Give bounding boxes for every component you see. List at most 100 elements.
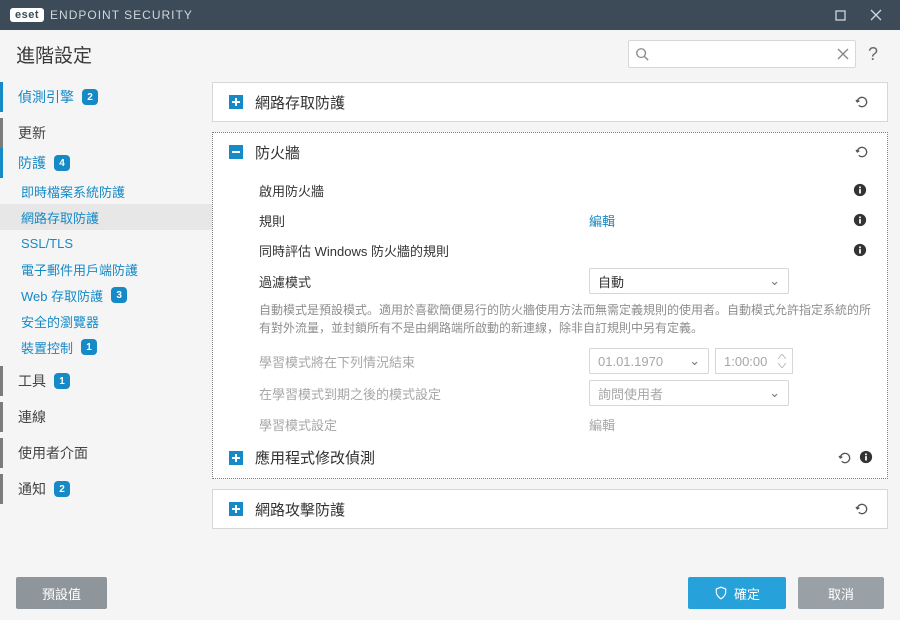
sidebar-item-badge: 1: [81, 339, 97, 355]
info-button[interactable]: [853, 183, 873, 197]
page-header: 進階設定 ?: [0, 30, 900, 78]
window-close-button[interactable]: [858, 0, 894, 30]
window-maximize-button[interactable]: [822, 0, 858, 30]
info-button[interactable]: [859, 450, 873, 466]
label: 在學習模式到期之後的模式設定: [259, 384, 589, 403]
undo-icon: [854, 94, 870, 110]
info-button[interactable]: [853, 213, 873, 227]
sidebar-item-label: 偵測引擎: [18, 87, 74, 107]
sidebar-item[interactable]: 即時檔案系統防護: [0, 178, 212, 204]
brand-badge: eset: [10, 8, 44, 22]
reset-button[interactable]: [851, 91, 873, 113]
sidebar-item-label: 通知: [18, 479, 46, 499]
search-input[interactable]: [649, 46, 837, 63]
time-value: 1:00:00: [724, 354, 767, 369]
info-icon: [853, 183, 867, 197]
collapse-icon: [227, 143, 245, 161]
label: 啟用防火牆: [259, 181, 589, 200]
info-icon: [853, 243, 867, 257]
sidebar-item[interactable]: 電子郵件用戶端防護: [0, 256, 212, 282]
undo-icon: [854, 144, 870, 160]
brand-name: ENDPOINT SECURITY: [50, 8, 193, 22]
panel-header[interactable]: 網路攻擊防護: [213, 490, 887, 528]
label: 學習模式設定: [259, 415, 589, 434]
select-value: 自動: [598, 272, 624, 291]
sidebar-item-label: 即時檔案系統防護: [21, 182, 125, 201]
ok-button[interactable]: 確定: [688, 577, 786, 609]
sidebar-item[interactable]: 使用者介面: [0, 438, 212, 468]
sidebar-item-badge: 1: [54, 373, 70, 389]
sidebar-item[interactable]: 工具1: [0, 366, 212, 396]
undo-icon: [854, 501, 870, 517]
sidebar-item-badge: 4: [54, 155, 70, 171]
sidebar-item[interactable]: 偵測引擎 2: [0, 82, 212, 112]
sidebar-item[interactable]: Web 存取防護 3: [0, 282, 212, 308]
sidebar-item-badge: 3: [111, 287, 127, 303]
sidebar-item[interactable]: 安全的瀏覽器: [0, 308, 212, 334]
sidebar-item[interactable]: 通知 2: [0, 474, 212, 504]
label: 同時評估 Windows 防火牆的規則: [259, 241, 589, 260]
chevron-up-icon: [776, 353, 788, 361]
sidebar-item-label: 裝置控制: [21, 338, 73, 357]
chevron-down-icon: ⌄: [769, 273, 780, 289]
subsection-app-modification[interactable]: 應用程式修改偵測: [227, 447, 873, 468]
label: 規則: [259, 211, 589, 230]
info-button[interactable]: [853, 243, 873, 257]
expand-icon: [227, 449, 245, 467]
panel-firewall: 防火牆 啟用防火牆 規則 編輯: [212, 132, 888, 479]
row-filter-mode: 過濾模式 自動 ⌄: [259, 265, 873, 297]
sidebar-item-badge: 2: [82, 89, 98, 105]
page-title: 進階設定: [16, 41, 92, 68]
app-logo: eset ENDPOINT SECURITY: [10, 8, 193, 22]
panel-title: 網路攻擊防護: [255, 499, 345, 520]
square-icon: [835, 10, 846, 21]
subsection-title: 應用程式修改偵測: [255, 447, 375, 468]
learning-end-time-input: 1:00:00: [715, 348, 793, 374]
row-windows-firewall: 同時評估 Windows 防火牆的規則: [259, 235, 873, 265]
info-icon: [853, 213, 867, 227]
sidebar-item-label: Web 存取防護: [21, 286, 103, 305]
filter-mode-select[interactable]: 自動 ⌄: [589, 268, 789, 294]
info-icon: [859, 450, 873, 464]
cancel-button[interactable]: 取消: [798, 577, 884, 609]
button-label: 確定: [734, 584, 760, 603]
sidebar-item-label: 更新: [18, 123, 46, 143]
sidebar-item[interactable]: 更新: [0, 118, 212, 148]
button-label: 預設值: [42, 584, 81, 603]
learning-end-date-select: 01.01.1970 ⌄: [589, 348, 709, 374]
sidebar-item[interactable]: 網路存取防護: [0, 204, 212, 230]
row-learning-settings: 學習模式設定 編輯: [259, 409, 873, 439]
row-learning-after-mode: 在學習模式到期之後的模式設定 詢問使用者 ⌄: [259, 377, 873, 409]
reset-button[interactable]: [837, 450, 853, 466]
panel-network-attack-protection: 網路攻擊防護: [212, 489, 888, 529]
reset-button[interactable]: [851, 498, 873, 520]
close-icon: [870, 9, 882, 21]
panel-header[interactable]: 網路存取防護: [213, 83, 887, 121]
clear-search-icon[interactable]: [837, 48, 849, 60]
sidebar-item[interactable]: 防護4: [0, 148, 212, 178]
panel-network-access-protection: 網路存取防護: [212, 82, 888, 122]
filter-mode-description: 自動模式是預設模式。適用於喜歡簡便易行的防火牆使用方法而無需定義規則的使用者。自…: [259, 301, 873, 337]
sidebar-item-badge: 2: [54, 481, 70, 497]
expand-icon: [227, 93, 245, 111]
sidebar-item[interactable]: SSL/TLS: [0, 230, 212, 256]
sidebar-item-label: 電子郵件用戶端防護: [21, 260, 138, 279]
chevron-down-icon: ⌄: [689, 353, 700, 369]
panel-header[interactable]: 防火牆: [213, 133, 887, 171]
sidebar-item[interactable]: 連線: [0, 402, 212, 432]
help-button[interactable]: ?: [862, 44, 884, 65]
row-enable-firewall: 啟用防火牆: [259, 175, 873, 205]
defaults-button[interactable]: 預設值: [16, 577, 107, 609]
chevron-down-icon: ⌄: [769, 385, 780, 401]
sidebar-item[interactable]: 裝置控制 1: [0, 334, 212, 360]
shield-icon: [714, 586, 728, 600]
content-area: 網路存取防護 防火牆 啟用防火牆: [212, 78, 900, 566]
time-spinner: [776, 353, 788, 370]
learning-settings-link: 編輯: [589, 418, 615, 433]
edit-rules-link[interactable]: 編輯: [589, 214, 615, 229]
sidebar-item-label: 網路存取防護: [21, 208, 99, 227]
reset-button[interactable]: [851, 141, 873, 163]
search-box[interactable]: [628, 40, 856, 68]
sidebar-item-label: 連線: [18, 407, 46, 427]
label: 學習模式將在下列情況結束: [259, 352, 589, 371]
